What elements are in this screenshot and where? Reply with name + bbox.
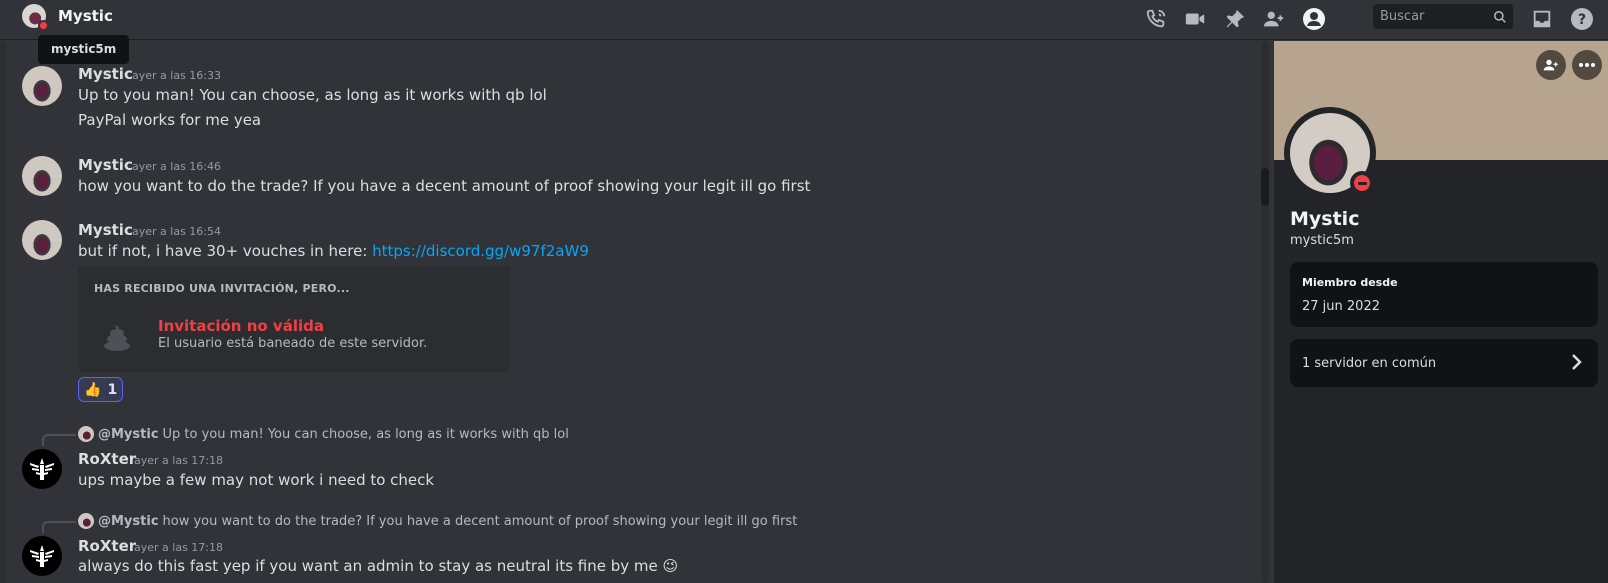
pin-icon[interactable] xyxy=(1222,6,1248,32)
message-text: how you want to do the trade? If you hav… xyxy=(78,177,811,195)
avatar[interactable] xyxy=(22,66,62,106)
reply-text: Up to you man! You can choose, as long a… xyxy=(162,426,569,442)
reply-preview[interactable]: @Mystic Up to you man! You can choose, a… xyxy=(78,426,569,442)
poop-icon xyxy=(96,316,138,358)
message-author[interactable]: RoXter xyxy=(78,537,136,555)
add-friend-button[interactable] xyxy=(1536,50,1566,80)
avatar[interactable] xyxy=(22,449,62,489)
search-icon xyxy=(1493,9,1507,28)
message-text-body: always do this fast yep if you want an a… xyxy=(78,557,658,575)
member-since-value: 27 jun 2022 xyxy=(1302,299,1380,314)
reply-avatar xyxy=(78,513,94,529)
help-icon[interactable]: ? xyxy=(1569,6,1595,32)
reply-connector xyxy=(42,434,76,446)
message-text: PayPal works for me yea xyxy=(78,111,262,129)
invite-title: Invitación no válida xyxy=(158,317,324,335)
add-friends-icon[interactable] xyxy=(1261,6,1287,32)
search-bar[interactable] xyxy=(1373,4,1513,29)
message-timestamp: ayer a las 17:18 xyxy=(134,454,223,467)
message-timestamp: ayer a las 16:46 xyxy=(132,160,221,173)
message-author[interactable]: Mystic xyxy=(78,221,133,239)
message-timestamp: ayer a las 17:18 xyxy=(134,541,223,554)
message-text: always do this fast yep if you want an a… xyxy=(78,557,678,575)
message-timestamp: ayer a las 16:33 xyxy=(132,69,221,82)
profile-display-name: Mystic xyxy=(1290,208,1360,230)
dnd-status-icon xyxy=(1350,171,1374,195)
message-text: but if not, i have 30+ vouches in here: … xyxy=(78,242,589,260)
profile-panel: Mystic mystic5m Miembro desde 27 jun 202… xyxy=(1274,41,1608,583)
reply-text: how you want to do the trade? If you hav… xyxy=(162,513,798,529)
search-input[interactable] xyxy=(1380,9,1490,24)
message-author[interactable]: Mystic xyxy=(78,156,133,174)
invite-embed: HAS RECIBIDO UNA INVITACIÓN, PERO... Inv… xyxy=(78,266,510,372)
reply-preview[interactable]: @Mystic how you want to do the trade? If… xyxy=(78,513,797,529)
reply-author: @Mystic xyxy=(98,513,159,529)
chevron-right-icon xyxy=(1570,353,1582,375)
left-divider xyxy=(0,41,6,583)
scrollbar-track[interactable] xyxy=(1261,41,1269,583)
channel-header: Mystic ? xyxy=(0,0,1608,40)
reply-connector xyxy=(42,521,76,533)
dnd-status-icon xyxy=(38,20,49,31)
phone-call-icon[interactable] xyxy=(1143,6,1169,32)
reaction-thumbs-up[interactable]: 👍 1 xyxy=(78,377,123,402)
invite-subtitle: El usuario está baneado de este servidor… xyxy=(158,336,428,351)
message-author[interactable]: RoXter xyxy=(78,450,136,468)
thumbs-up-icon: 👍 xyxy=(84,381,102,398)
more-options-button[interactable] xyxy=(1572,50,1602,80)
message-text: Up to you man! You can choose, as long a… xyxy=(78,86,547,104)
header-title[interactable]: Mystic xyxy=(58,7,113,25)
profile-icon[interactable] xyxy=(1301,6,1327,32)
reply-avatar xyxy=(78,426,94,442)
avatar[interactable] xyxy=(22,220,62,260)
header-avatar[interactable] xyxy=(22,4,49,31)
message-text: ups maybe a few may not work i need to c… xyxy=(78,471,435,489)
invite-link[interactable]: https://discord.gg/w97f2aW9 xyxy=(372,242,589,260)
scrollbar-thumb[interactable] xyxy=(1261,168,1269,206)
avatar[interactable] xyxy=(22,156,62,196)
profile-avatar[interactable] xyxy=(1284,107,1376,199)
member-since-card: Miembro desde 27 jun 2022 xyxy=(1290,262,1598,327)
username-tooltip: mystic5m xyxy=(38,35,130,64)
video-icon[interactable] xyxy=(1182,6,1208,32)
svg-text:?: ? xyxy=(1578,12,1586,28)
inbox-icon[interactable] xyxy=(1529,6,1555,32)
member-since-label: Miembro desde xyxy=(1302,276,1398,289)
invite-heading: HAS RECIBIDO UNA INVITACIÓN, PERO... xyxy=(94,282,350,295)
wink-emoji-icon: 😉 xyxy=(662,557,679,575)
message-author[interactable]: Mystic xyxy=(78,65,133,83)
message-text-prefix: but if not, i have 30+ vouches in here: xyxy=(78,242,373,260)
reply-author: @Mystic xyxy=(98,426,159,442)
mutual-servers-button[interactable]: 1 servidor en común xyxy=(1290,339,1598,387)
message-timestamp: ayer a las 16:54 xyxy=(132,225,221,238)
reaction-count: 1 xyxy=(107,381,118,398)
avatar[interactable] xyxy=(22,536,62,576)
mutual-servers-label: 1 servidor en común xyxy=(1302,355,1437,371)
profile-username: mystic5m xyxy=(1290,233,1354,248)
